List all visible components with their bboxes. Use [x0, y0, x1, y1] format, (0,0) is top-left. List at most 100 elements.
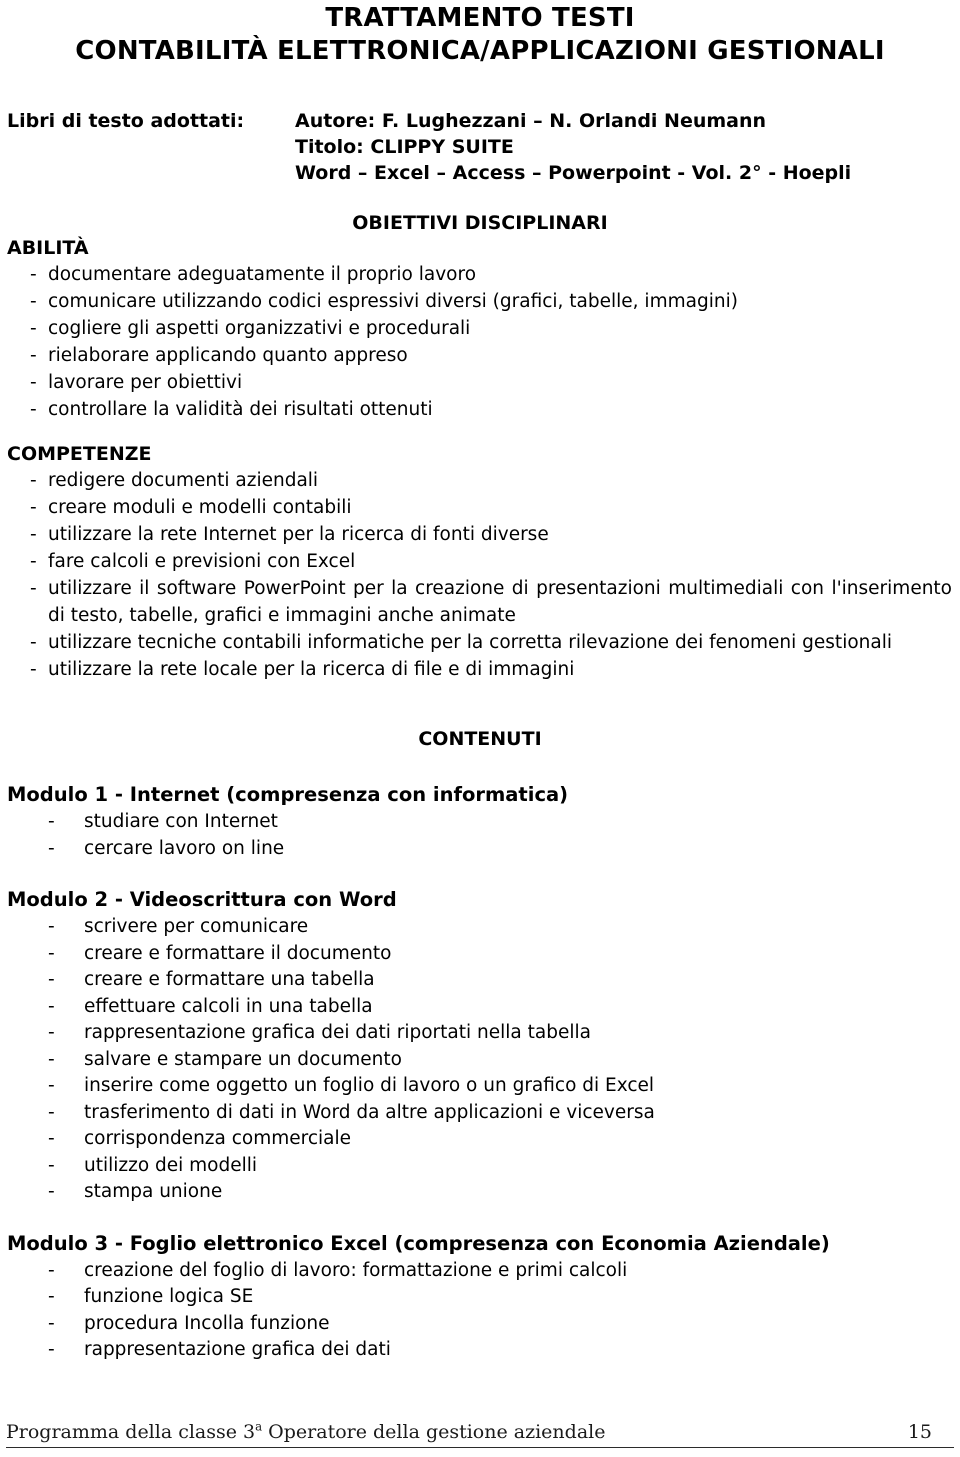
list-item-label: lavorare per obiettivi [48, 372, 243, 393]
abilities-list: - documentare adeguatamente il proprio la… [6, 261, 954, 423]
list-item-label: rappresentazione grafica dei dati [84, 1339, 391, 1360]
bullet-dash: - [30, 264, 37, 285]
bullet-dash: - [30, 497, 37, 518]
bullet-dash: - [48, 969, 55, 990]
footer-text-before: Programma della classe 3 [6, 1421, 256, 1443]
bullet-dash: - [30, 470, 37, 491]
page-footer: Programma della classe 3a Operatore dell… [6, 1420, 954, 1448]
list-item-label: utilizzare la rete Internet per la ricer… [48, 524, 549, 545]
list-item: - redigere documenti aziendali [6, 467, 954, 494]
bullet-dash: - [30, 399, 37, 420]
list-item-label: procedura Incolla funzione [84, 1312, 330, 1334]
list-item-label: redigere documenti aziendali [48, 470, 319, 491]
module-item-list: - scrivere per comunicare - creare e format… [6, 914, 954, 1206]
list-item-label: utilizzo dei modelli [84, 1154, 258, 1176]
bullet-dash: - [30, 318, 37, 339]
list-item-label: creare moduli e modelli contabili [48, 497, 352, 518]
list-item: - creare e formattare il documento [6, 941, 954, 968]
page-title: TRATTAMENTO TESTI CONTABILITÀ ELETTRONIC… [6, 2, 954, 68]
bullet-dash: - [48, 837, 55, 859]
module-block: Modulo 2 - Videoscrittura con Word - scriv… [6, 886, 954, 1206]
list-item-label: creazione del foglio di lavoro: formatta… [84, 1259, 628, 1281]
list-item-label: controllare la validità dei risultati ot… [48, 399, 433, 420]
list-item-label: utilizzare la rete locale per la ricerca… [48, 659, 575, 680]
bullet-dash: - [48, 1075, 55, 1096]
list-item-label: utilizzare il software PowerPoint per la… [48, 578, 952, 626]
list-item: - funzione logica SE [6, 1284, 954, 1311]
bullet-dash: - [48, 1259, 55, 1281]
list-item-label: trasferimento di dati in Word da altre a… [84, 1101, 655, 1123]
list-item-label: documentare adeguatamente il proprio lav… [48, 264, 477, 285]
bullet-dash: - [30, 632, 37, 653]
list-item: - studiare con Internet [6, 809, 954, 836]
list-item: - effettuare calcoli in una tabella [6, 994, 954, 1021]
adopted-textbooks-label: Libri di testo adottati: [7, 110, 245, 132]
list-item-label: corrispondenza commerciale [84, 1128, 352, 1149]
list-item-label: cercare lavoro on line [84, 837, 285, 859]
list-item: - stampa unione [6, 1179, 954, 1206]
module-block: Modulo 1 - Internet (compresenza con inf… [6, 781, 954, 862]
module-block: Modulo 3 - Foglio elettronico Excel (com… [6, 1230, 954, 1364]
bullet-dash: - [30, 578, 37, 599]
list-item-label: effettuare calcoli in una tabella [84, 995, 373, 1017]
bullet-dash: - [48, 1128, 55, 1149]
list-item: - trasferimento di dati in Word da altre … [6, 1100, 954, 1127]
title-line-2: CONTABILITÀ ELETTRONICA/APPLICAZIONI GES… [75, 36, 885, 66]
textbook-title: Titolo: CLIPPY SUITE [295, 136, 514, 158]
bullet-dash: - [48, 1022, 55, 1043]
list-item: - creare e formattare una tabella [6, 967, 954, 994]
list-item: - utilizzare il software PowerPoint per l… [6, 575, 954, 629]
list-item: - rappresentazione grafica dei dati ripor… [6, 1020, 954, 1047]
module-item-list: - studiare con Internet - cercare lavoro on… [6, 809, 954, 862]
bullet-dash: - [48, 1339, 55, 1360]
list-item: - scrivere per comunicare [6, 914, 954, 941]
footer-text: Programma della classe 3a Operatore dell… [6, 1420, 605, 1444]
objectives-heading: OBIETTIVI DISCIPLINARI [352, 212, 608, 234]
list-item: - utilizzare la rete Internet per la rice… [6, 521, 954, 548]
bullet-dash: - [48, 916, 55, 937]
bullet-dash: - [30, 345, 37, 366]
textbook-author: Autore: F. Lughezzani – N. Orlandi Neuma… [295, 110, 767, 132]
list-item-label: stampa unione [84, 1181, 223, 1202]
bullet-dash: - [48, 1154, 55, 1176]
list-item: - cogliere gli aspetti organizzativi e pr… [6, 315, 954, 342]
bullet-dash: - [48, 995, 55, 1017]
list-item: - rielaborare applicando quanto appreso [6, 342, 954, 369]
list-item: - comunicare utilizzando codici espressiv… [6, 288, 954, 315]
list-item: - utilizzare tecniche contabili informati… [6, 629, 954, 656]
list-item: - salvare e stampare un documento [6, 1047, 954, 1074]
list-item: - utilizzo dei modelli [6, 1153, 954, 1180]
competences-list: - redigere documenti aziendali - creare mod… [6, 467, 954, 683]
bullet-dash: - [30, 291, 37, 312]
list-item: - inserire come oggetto un foglio di lavo… [6, 1073, 954, 1100]
list-item: - creare moduli e modelli contabili [6, 494, 954, 521]
list-item-label: scrivere per comunicare [84, 916, 309, 937]
list-item-label: comunicare utilizzando codici espressivi… [48, 291, 738, 312]
list-item-label: salvare e stampare un documento [84, 1048, 402, 1070]
list-item: - controllare la validità dei risultati o… [6, 396, 954, 423]
adopted-textbooks-values: Autore: F. Lughezzani – N. Orlandi Neuma… [295, 108, 851, 186]
list-item: - corrispondenza commerciale [6, 1126, 954, 1153]
module-title: Modulo 1 - Internet (compresenza con inf… [7, 783, 569, 806]
list-item-label: studiare con Internet [84, 811, 278, 832]
bullet-dash: - [30, 524, 37, 545]
modules-container: Modulo 1 - Internet (compresenza con inf… [6, 781, 954, 1364]
bullet-dash: - [48, 1048, 55, 1070]
bullet-dash: - [48, 1286, 55, 1307]
adopted-textbooks-block: Libri di testo adottati: Autore: F. Lugh… [6, 108, 954, 186]
list-item-label: inserire come oggetto un foglio di lavor… [84, 1075, 655, 1096]
list-item: - cercare lavoro on line [6, 836, 954, 863]
module-title: Modulo 2 - Videoscrittura con Word [7, 888, 397, 911]
module-title: Modulo 3 - Foglio elettronico Excel (com… [7, 1231, 830, 1255]
bullet-dash: - [48, 1181, 55, 1202]
module-item-list: - creazione del foglio di lavoro: formatt… [6, 1258, 954, 1364]
abilities-heading: ABILITÀ [7, 237, 89, 259]
list-item-label: funzione logica SE [84, 1286, 254, 1307]
list-item: - creazione del foglio di lavoro: formatt… [6, 1258, 954, 1285]
list-item: - procedura Incolla funzione [6, 1311, 954, 1338]
competences-heading: COMPETENZE [7, 443, 152, 465]
list-item-label: rielaborare applicando quanto appreso [48, 345, 408, 366]
list-item: - fare calcoli e previsioni con Excel [6, 548, 954, 575]
